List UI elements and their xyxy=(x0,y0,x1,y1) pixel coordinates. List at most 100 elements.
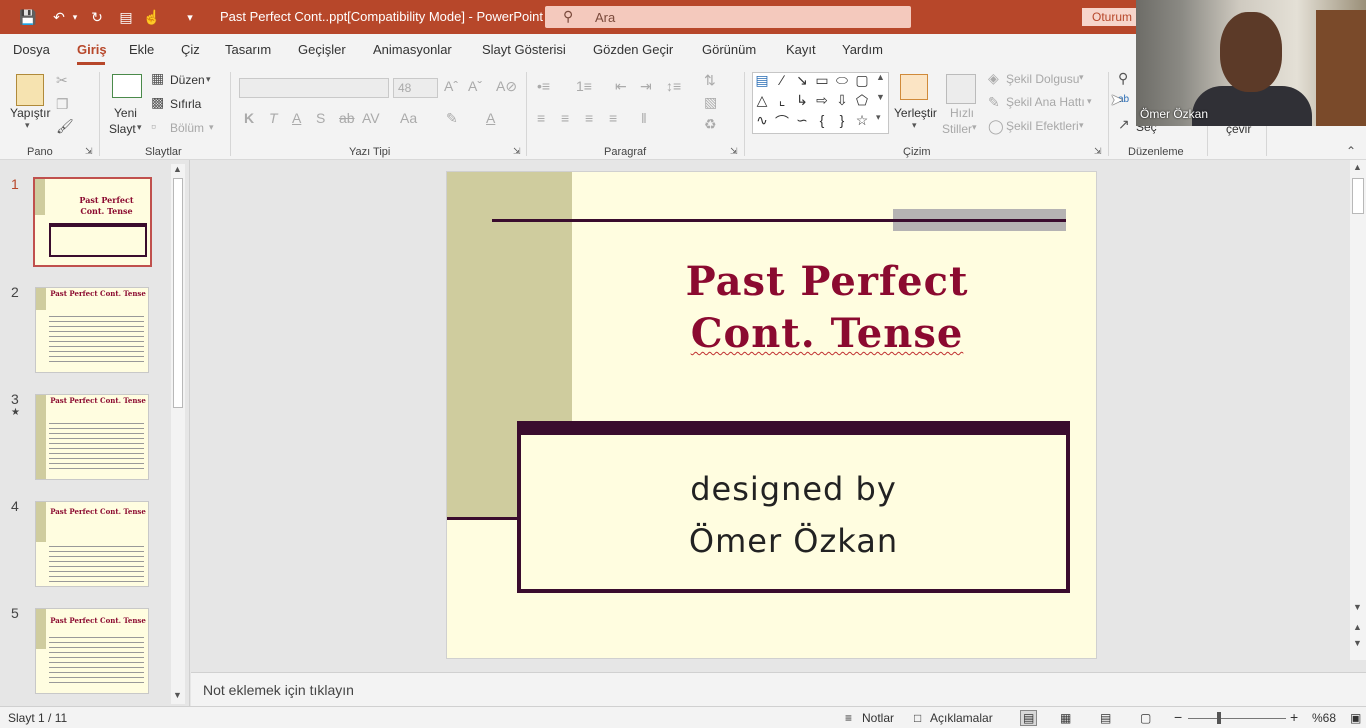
rounded-rect-shape-icon[interactable]: ▢ xyxy=(853,72,871,89)
paragraph-launcher-icon[interactable]: ⇲ xyxy=(730,146,738,157)
font-launcher-icon[interactable]: ⇲ xyxy=(513,146,521,157)
arc-shape-icon[interactable]: ⌒ xyxy=(773,112,791,132)
slide-title[interactable]: Past Perfect Cont. Tense xyxy=(597,256,1057,360)
fit-to-window-icon[interactable]: ▣ xyxy=(1350,711,1361,725)
shape-fill-dropdown-icon[interactable]: ▾ xyxy=(1079,72,1084,83)
text-direction-icon[interactable]: ⇅ xyxy=(704,72,716,89)
change-case-button[interactable]: Aa xyxy=(400,110,417,126)
gallery-more-icon[interactable]: ▾ xyxy=(876,112,881,123)
right-brace-shape-icon[interactable]: } xyxy=(833,112,851,128)
strikethrough-button[interactable]: ab xyxy=(339,110,355,126)
quick-styles-dropdown-icon[interactable]: ▾ xyxy=(972,122,977,133)
font-size-select[interactable]: 48 xyxy=(393,78,438,98)
thumbnails-scrollbar[interactable]: ▲ ▼ xyxy=(171,164,185,704)
slide-thumbnail-4[interactable]: Past Perfect Cont. Tense xyxy=(35,501,149,587)
slide-thumbnail-3[interactable]: Past Perfect Cont. Tense xyxy=(35,394,149,480)
zoom-level[interactable]: %68 xyxy=(1312,711,1336,725)
tab-record[interactable]: Kayıt xyxy=(786,42,816,57)
shape-outline-button[interactable]: Şekil Ana Hattı xyxy=(1006,95,1085,109)
right-arrow-shape-icon[interactable]: ⇨ xyxy=(813,92,831,109)
tab-insert[interactable]: Ekle xyxy=(129,42,154,57)
tab-animations[interactable]: Animasyonlar xyxy=(373,42,452,57)
comments-button[interactable]: Açıklamalar xyxy=(930,711,993,725)
shape-outline-icon[interactable]: ✎ xyxy=(988,94,1000,111)
slide-thumbnail-5[interactable]: Past Perfect Cont. Tense xyxy=(35,608,149,694)
columns-icon[interactable]: ‖ xyxy=(641,110,647,126)
elbow-arrow-shape-icon[interactable]: ↳ xyxy=(793,92,811,109)
notes-placeholder[interactable]: Not eklemek için tıklayın xyxy=(203,682,354,698)
connector-shape-icon[interactable]: ⌞ xyxy=(773,92,791,109)
triangle-shape-icon[interactable]: △ xyxy=(753,92,771,109)
font-color-icon[interactable]: A xyxy=(486,110,495,126)
tab-help[interactable]: Yardım xyxy=(842,42,883,57)
arrange-icon[interactable] xyxy=(900,74,928,100)
undo-dropdown-icon[interactable]: ▾ xyxy=(70,8,80,26)
notes-pane[interactable]: Not eklemek için tıklayın xyxy=(191,672,1366,706)
align-right-icon[interactable]: ≡ xyxy=(585,110,593,126)
scrollbar-thumb[interactable] xyxy=(173,178,183,408)
zoom-out-icon[interactable]: − xyxy=(1174,709,1182,725)
tab-draw[interactable]: Çiz xyxy=(181,42,200,57)
collapse-ribbon-icon[interactable]: ⌃ xyxy=(1346,144,1356,158)
shape-effects-icon[interactable]: ◯ xyxy=(988,118,1004,135)
tab-file[interactable]: Dosya xyxy=(13,42,50,57)
shape-fill-button[interactable]: Şekil Dolgusu xyxy=(1006,72,1079,86)
slide-sorter-icon[interactable]: ▦ xyxy=(1060,711,1071,725)
star-shape-icon[interactable]: ☆ xyxy=(853,112,871,129)
quick-styles-label-1[interactable]: Hızlı xyxy=(950,106,974,120)
new-slide-icon[interactable] xyxy=(112,74,142,98)
scroll-up-icon[interactable]: ▲ xyxy=(1353,162,1362,172)
previous-slide-icon[interactable]: ▲ xyxy=(1353,622,1362,632)
arrange-dropdown-icon[interactable]: ▾ xyxy=(912,120,917,131)
layout-icon[interactable]: ▦ xyxy=(151,70,164,87)
underline-button[interactable]: A xyxy=(292,110,301,126)
grow-font-icon[interactable]: Aˆ xyxy=(444,78,458,94)
numbering-icon[interactable]: 1≡ xyxy=(576,78,592,94)
quick-styles-icon[interactable] xyxy=(946,74,976,104)
zoom-slider-handle[interactable] xyxy=(1217,712,1221,724)
touch-mode-icon[interactable]: ☝ xyxy=(142,8,162,26)
shape-effects-button[interactable]: Şekil Efektleri xyxy=(1006,119,1079,133)
tab-transitions[interactable]: Geçişler xyxy=(298,42,346,57)
scroll-up-icon[interactable]: ▲ xyxy=(173,164,182,174)
reading-view-icon[interactable]: ▤ xyxy=(1100,711,1111,725)
arrow-line-shape-icon[interactable]: ↘ xyxy=(793,72,811,89)
tab-design[interactable]: Tasarım xyxy=(225,42,271,57)
notes-icon[interactable]: ≡ xyxy=(845,711,852,725)
tab-view[interactable]: Görünüm xyxy=(702,42,756,57)
align-text-icon[interactable]: ▧ xyxy=(704,94,717,111)
tab-home[interactable]: Giriş xyxy=(77,42,107,57)
layout-button[interactable]: Düzen xyxy=(170,73,205,87)
bold-button[interactable]: K xyxy=(244,110,254,126)
quick-styles-label-2[interactable]: Stiller xyxy=(942,122,972,136)
layout-dropdown-icon[interactable]: ▾ xyxy=(206,74,211,85)
font-name-select[interactable] xyxy=(239,78,389,98)
cut-icon[interactable]: ✂ xyxy=(56,72,68,89)
scrollbar-thumb[interactable] xyxy=(1352,178,1364,214)
new-slide-dropdown-icon[interactable]: ▾ xyxy=(137,122,142,133)
normal-view-icon[interactable]: ▤ xyxy=(1020,710,1038,726)
highlight-icon[interactable]: ✎ xyxy=(446,110,458,127)
redo-icon[interactable]: ↻ xyxy=(86,8,108,26)
next-slide-icon[interactable]: ▼ xyxy=(1353,638,1362,648)
select-icon[interactable]: ↗ xyxy=(1118,116,1130,133)
new-slide-label-1[interactable]: Yeni xyxy=(114,106,137,120)
align-left-icon[interactable]: ≡ xyxy=(537,110,545,126)
clipboard-launcher-icon[interactable]: ⇲ xyxy=(85,146,93,157)
reset-icon[interactable]: ▩ xyxy=(151,94,164,111)
copy-icon[interactable]: ❐ xyxy=(56,96,69,113)
left-brace-shape-icon[interactable]: { xyxy=(813,112,831,128)
paste-button-label[interactable]: Yapıştır xyxy=(10,106,50,120)
shrink-font-icon[interactable]: Aˇ xyxy=(468,78,482,94)
increase-indent-icon[interactable]: ⇥ xyxy=(640,78,652,95)
justify-icon[interactable]: ≡ xyxy=(609,110,617,126)
freeform-shape-icon[interactable]: ∿ xyxy=(753,112,771,129)
scroll-down-icon[interactable]: ▼ xyxy=(1353,602,1362,612)
clear-formatting-icon[interactable]: A⊘ xyxy=(496,78,517,95)
format-painter-icon[interactable]: 🖌 xyxy=(56,118,74,135)
slide-thumbnail-2[interactable]: Past Perfect Cont. Tense xyxy=(35,287,149,373)
curve-shape-icon[interactable]: ∽ xyxy=(793,112,811,129)
gallery-scroll-up-icon[interactable]: ▲ xyxy=(876,72,885,82)
editor-scrollbar[interactable]: ▲ ▼ ▲ ▼ xyxy=(1350,160,1366,660)
shadow-button[interactable]: S xyxy=(316,110,325,126)
